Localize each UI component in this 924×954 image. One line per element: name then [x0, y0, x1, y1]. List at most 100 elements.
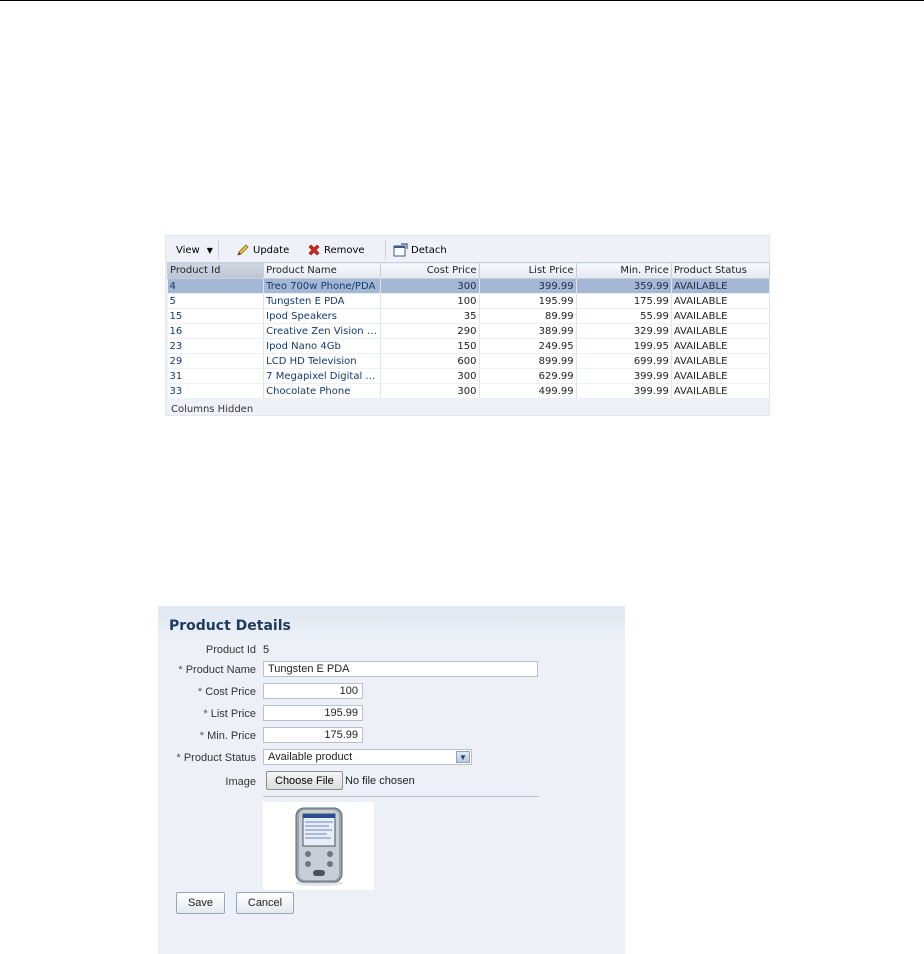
update-label: Update	[253, 244, 290, 256]
cell-min-price: 199.95	[576, 338, 672, 354]
cell-product-id: 23	[167, 338, 265, 354]
cell-product-id: 4	[167, 278, 265, 294]
cell-min-price: 359.99	[576, 278, 672, 294]
cell-product-name: Chocolate Phone	[263, 383, 382, 399]
column-header-product-status[interactable]: Product Status	[670, 262, 771, 279]
product-status-label-text: Product Status	[183, 752, 256, 764]
product-id-label: Product Id	[158, 644, 256, 656]
panel-title: Product Details	[169, 618, 291, 634]
cell-product-status: AVAILABLE	[671, 323, 771, 339]
list-price-label-text: List Price	[210, 708, 256, 720]
remove-button[interactable]: Remove	[307, 242, 365, 258]
cell-min-price: 399.99	[576, 368, 672, 384]
cell-cost-price: 300	[380, 383, 480, 399]
pda-device-image	[295, 807, 343, 886]
cell-product-id: 5	[167, 293, 265, 309]
required-mark: *	[178, 664, 183, 676]
cell-product-name: Tungsten E PDA	[263, 293, 382, 309]
view-menu-button[interactable]: View ▼	[176, 242, 213, 258]
products-table-panel: View ▼ Update Remove Detach Product Id P…	[165, 235, 771, 416]
toolbar-separator	[218, 241, 219, 259]
cell-product-name: Treo 700w Phone/PDA	[263, 278, 382, 294]
cell-product-status: AVAILABLE	[671, 383, 771, 399]
detach-button[interactable]: Detach	[393, 242, 447, 258]
cell-product-id: 31	[167, 368, 265, 384]
table-row[interactable]: 15 Ipod Speakers 35 89.99 55.99 AVAILABL…	[167, 308, 771, 324]
cell-list-price: 899.99	[479, 353, 577, 369]
cost-price-label: * Cost Price	[158, 686, 256, 698]
cell-cost-price: 150	[380, 338, 480, 354]
required-mark: *	[203, 708, 208, 720]
product-status-selected-value: Available product	[268, 751, 353, 763]
cell-cost-price: 600	[380, 353, 480, 369]
table-row[interactable]: 33 Chocolate Phone 300 499.99 399.99 AVA…	[167, 383, 771, 399]
cancel-button[interactable]: Cancel	[236, 892, 294, 914]
view-menu-label: View	[176, 244, 200, 256]
table-toolbar: View ▼ Update Remove Detach	[166, 236, 769, 262]
detach-label: Detach	[411, 244, 447, 256]
update-button[interactable]: Update	[236, 242, 289, 258]
cell-product-name: Creative Zen Vision W ...	[263, 323, 382, 339]
cell-min-price: 399.99	[576, 383, 672, 399]
no-file-chosen-text: No file chosen	[345, 775, 415, 787]
cell-product-status: AVAILABLE	[671, 308, 771, 324]
cell-product-status: AVAILABLE	[671, 353, 771, 369]
cell-product-name: LCD HD Television	[263, 353, 382, 369]
chevron-down-icon[interactable]: ▼	[456, 751, 470, 763]
column-header-cost-price[interactable]: Cost Price	[380, 262, 480, 279]
product-name-input[interactable]: Tungsten E PDA	[263, 661, 538, 677]
table-row[interactable]: 23 Ipod Nano 4Gb 150 249.95 199.95 AVAIL…	[167, 338, 771, 354]
cell-product-id: 33	[167, 383, 265, 399]
cost-price-input[interactable]: 100	[263, 683, 363, 699]
cell-list-price: 499.99	[479, 383, 577, 399]
remove-label: Remove	[324, 244, 365, 256]
pencil-icon	[237, 244, 249, 256]
min-price-input[interactable]: 175.99	[263, 727, 363, 743]
table-row[interactable]: 29 LCD HD Television 600 899.99 699.99 A…	[167, 353, 771, 369]
product-status-select[interactable]: Available product ▼	[263, 749, 472, 765]
column-header-list-price[interactable]: List Price	[478, 262, 577, 279]
table-row[interactable]: 4 Treo 700w Phone/PDA 300 399.99 359.99 …	[167, 278, 771, 294]
min-price-label-text: Min. Price	[207, 730, 256, 742]
products-table: Product Id Product Name Cost Price List …	[166, 262, 771, 399]
cell-list-price: 89.99	[479, 308, 577, 324]
save-button[interactable]: Save	[176, 892, 225, 914]
cell-product-id: 16	[167, 323, 265, 339]
cell-product-status: AVAILABLE	[671, 278, 771, 294]
cell-list-price: 249.95	[479, 338, 577, 354]
table-row[interactable]: 5 Tungsten E PDA 100 195.99 175.99 AVAIL…	[167, 293, 771, 309]
remove-x-icon	[308, 244, 320, 256]
product-status-label: * Product Status	[158, 752, 257, 764]
product-details-panel: Product Details Product Id 5 * Product N…	[158, 606, 625, 954]
cell-product-name: Ipod Speakers	[263, 308, 382, 324]
detach-icon	[393, 243, 408, 257]
required-mark: *	[197, 686, 203, 698]
cell-min-price: 699.99	[576, 353, 672, 369]
cell-product-name: 7 Megapixel Digital Ca...	[263, 368, 382, 384]
product-id-value: 5	[263, 644, 270, 656]
toolbar-separator	[385, 241, 386, 259]
cell-cost-price: 300	[380, 368, 480, 384]
min-price-label: * Min. Price	[158, 730, 256, 742]
table-row[interactable]: 31 7 Megapixel Digital Ca... 300 629.99 …	[167, 368, 771, 384]
cell-product-status: AVAILABLE	[671, 293, 771, 309]
image-divider	[263, 796, 539, 797]
top-rule	[0, 0, 924, 1]
column-header-product-name[interactable]: Product Name	[263, 262, 382, 279]
caret-down-icon: ▼	[206, 245, 213, 255]
product-image	[263, 802, 374, 890]
cell-cost-price: 300	[380, 278, 480, 294]
product-name-label-text: Product Name	[185, 664, 256, 676]
columns-hidden-status: Columns Hidden	[171, 404, 254, 415]
required-mark: *	[176, 752, 181, 764]
column-header-min-price[interactable]: Min. Price	[575, 262, 672, 279]
column-header-product-id[interactable]: Product Id	[166, 262, 265, 279]
cell-list-price: 389.99	[479, 323, 577, 339]
list-price-input[interactable]: 195.99	[263, 705, 363, 721]
product-name-label: * Product Name	[158, 664, 256, 676]
table-row[interactable]: 16 Creative Zen Vision W ... 290 389.99 …	[167, 323, 771, 339]
details-header: Product Details	[158, 606, 625, 642]
choose-file-button[interactable]: Choose File	[266, 771, 343, 790]
cell-product-id: 29	[167, 353, 265, 369]
cell-min-price: 329.99	[576, 323, 672, 339]
